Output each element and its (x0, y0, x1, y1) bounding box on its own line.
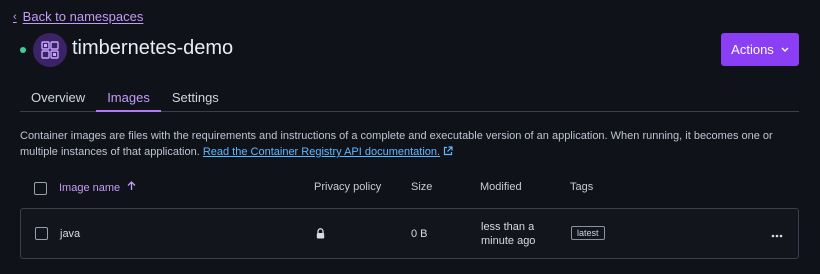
column-header-size: Size (411, 181, 433, 193)
actions-button[interactable]: Actions (721, 33, 799, 66)
column-header-image-name[interactable]: Image name (59, 181, 136, 194)
column-name-label: Image name (59, 181, 121, 194)
sort-ascending-icon (127, 181, 136, 194)
back-link-label: Back to namespaces (22, 9, 144, 24)
image-size: 0 B (411, 228, 428, 240)
namespace-icon (33, 33, 67, 67)
api-documentation-link[interactable]: Read the Container Registry API document… (203, 146, 440, 158)
actions-button-label: Actions (731, 42, 774, 57)
image-name: java (60, 228, 81, 240)
page-title: timbernetes-demo (72, 37, 234, 59)
tab-overview[interactable]: Overview (20, 84, 96, 112)
back-to-namespaces-link[interactable]: ‹ Back to namespaces (13, 9, 143, 24)
tag-badge[interactable]: latest (571, 226, 605, 240)
tab-settings-label: Settings (171, 90, 219, 105)
column-header-modified: Modified (480, 181, 522, 193)
column-header-privacy-policy: Privacy policy (314, 181, 382, 193)
more-options-icon[interactable] (771, 225, 783, 241)
column-header-tags: Tags (570, 181, 594, 193)
select-all-checkbox[interactable] (34, 182, 47, 195)
namespace-tabs: Overview Images Settings (20, 84, 799, 112)
row-checkbox[interactable] (35, 227, 48, 240)
tab-images-label: Images (107, 90, 150, 105)
tab-images[interactable]: Images (96, 84, 161, 112)
status-indicator (20, 47, 26, 53)
external-link-icon[interactable] (443, 145, 453, 161)
images-description: Container images are files with the requ… (20, 128, 800, 161)
chevron-down-icon (781, 45, 789, 55)
tab-overview-label: Overview (31, 90, 86, 105)
lock-icon (316, 228, 325, 242)
image-modified: less than a minute ago (481, 221, 536, 247)
images-table-header: Image name Privacy policy Size Modified … (20, 174, 800, 202)
tab-settings[interactable]: Settings (161, 84, 230, 112)
chevron-left-icon: ‹ (13, 10, 17, 23)
table-row[interactable]: java 0 B less than a minute ago latest (20, 208, 799, 259)
namespace-header: timbernetes-demo Actions (0, 30, 820, 70)
